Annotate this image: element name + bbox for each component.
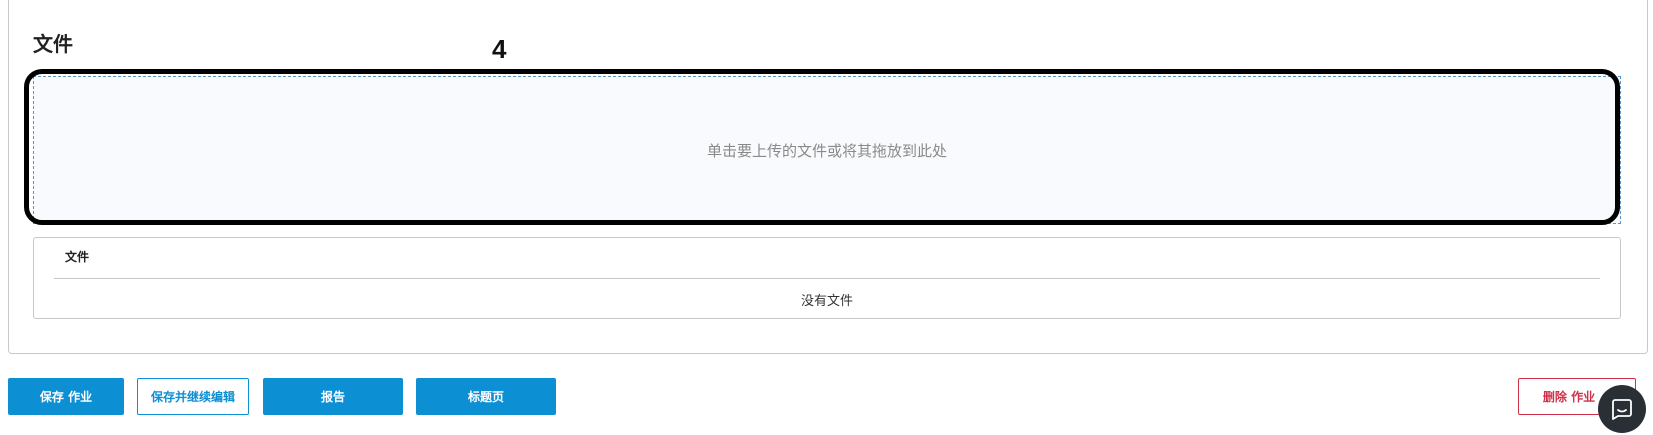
dropzone-text: 单击要上传的文件或将其拖放到此处 — [706, 142, 947, 160]
save-button[interactable]: 保存 作业 — [8, 378, 124, 415]
files-table: 文件 没有文件 — [33, 237, 1621, 319]
title-page-button[interactable]: 标题页 — [416, 378, 556, 415]
report-button[interactable]: 报告 — [263, 378, 403, 415]
files-table-header: 文件 — [65, 250, 90, 264]
chat-bubble-icon — [1612, 399, 1632, 420]
save-continue-button[interactable]: 保存并继续编辑 — [137, 378, 249, 415]
annotation-number: 4 — [492, 34, 507, 64]
files-empty-message: 没有文件 — [800, 294, 853, 309]
chat-button[interactable] — [1598, 385, 1646, 433]
file-dropzone[interactable]: 单击要上传的文件或将其拖放到此处 — [33, 76, 1621, 224]
section-title: 文件 — [33, 32, 73, 56]
files-table-divider — [54, 278, 1600, 279]
